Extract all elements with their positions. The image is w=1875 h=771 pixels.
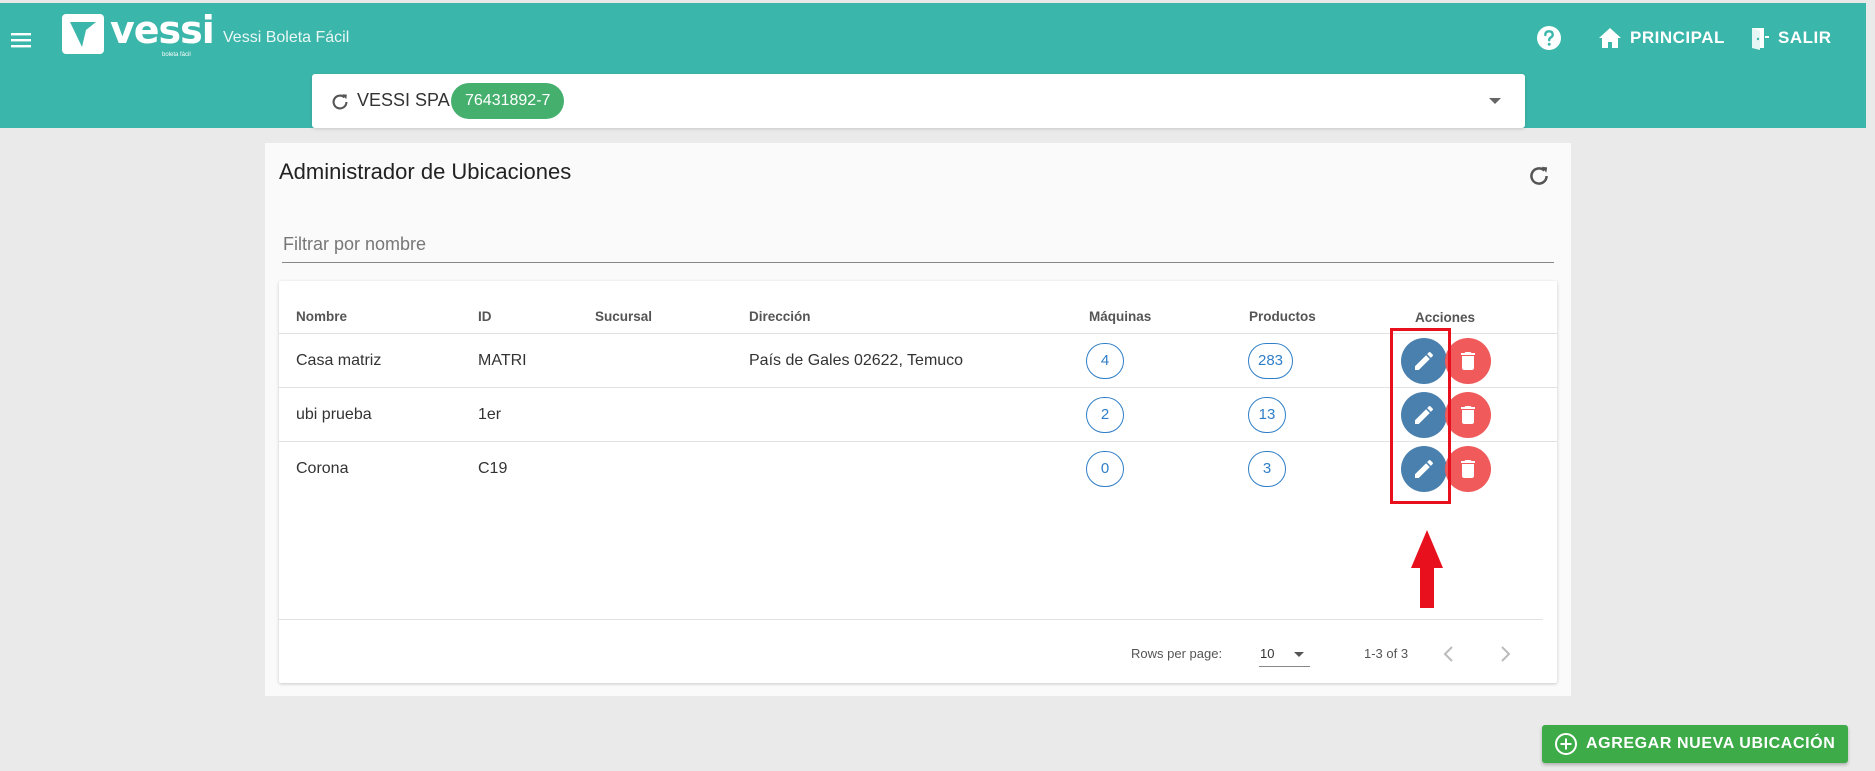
edit-button[interactable] xyxy=(1401,392,1447,438)
app-title: Vessi Boleta Fácil xyxy=(223,29,350,46)
app-bar: vessi boleta fácil Vessi Boleta Fácil PR… xyxy=(0,0,1866,128)
trash-icon xyxy=(1461,406,1475,424)
table-row: ubi prueba 1er 2 13 xyxy=(279,387,1557,441)
productos-count-button[interactable]: 13 xyxy=(1248,397,1286,433)
column-header-direccion[interactable]: Dirección xyxy=(749,309,811,324)
productos-count-button[interactable]: 283 xyxy=(1248,343,1294,379)
maquinas-count-button[interactable]: 0 xyxy=(1086,451,1124,487)
add-location-label: AGREGAR NUEVA UBICACIÓN xyxy=(1586,735,1836,752)
cell-direccion: País de Gales 02622, Temuco xyxy=(749,352,964,369)
cell-id: C19 xyxy=(478,460,508,477)
column-header-sucursal[interactable]: Sucursal xyxy=(595,309,652,324)
delete-button[interactable] xyxy=(1445,446,1491,492)
chevron-down-icon[interactable] xyxy=(1488,96,1502,106)
trash-icon xyxy=(1461,460,1475,478)
column-header-acciones: Acciones xyxy=(1415,310,1476,325)
pencil-icon xyxy=(1415,405,1433,424)
logo-text: vessi xyxy=(110,8,215,52)
page-title: Administrador de Ubicaciones xyxy=(279,159,572,184)
salir-label: SALIR xyxy=(1778,28,1832,47)
rows-per-page-label: Rows per page: xyxy=(1131,646,1223,661)
chevron-right-icon[interactable] xyxy=(1490,639,1520,669)
pagination-range: 1-3 of 3 xyxy=(1364,646,1409,661)
principal-label: PRINCIPAL xyxy=(1630,28,1725,47)
top-strip xyxy=(0,0,1866,3)
salir-button[interactable]: SALIR xyxy=(1750,24,1832,52)
vessi-logo[interactable]: vessi boleta fácil xyxy=(62,8,215,58)
company-name: VESSI SPA xyxy=(357,90,450,110)
logo-subtext: boleta fácil xyxy=(162,52,191,58)
add-location-button[interactable]: AGREGAR NUEVA UBICACIÓN xyxy=(1542,725,1848,763)
home-icon xyxy=(1599,28,1621,48)
menu-icon[interactable] xyxy=(9,28,33,52)
table-row: Casa matriz MATRI País de Gales 02622, T… xyxy=(279,333,1557,387)
productos-count-button[interactable]: 3 xyxy=(1248,451,1286,487)
rows-per-page-value: 10 xyxy=(1260,646,1275,661)
chevron-left-icon[interactable] xyxy=(1434,639,1464,669)
refresh-icon[interactable] xyxy=(1526,163,1552,189)
logo-mark xyxy=(62,14,104,54)
help-icon[interactable] xyxy=(1536,25,1562,51)
trash-icon xyxy=(1461,352,1475,370)
column-header-maquinas[interactable]: Máquinas xyxy=(1089,309,1151,324)
arrow-up-icon xyxy=(1411,530,1443,608)
column-header-productos[interactable]: Productos xyxy=(1249,309,1316,324)
company-rut-chip: 76431892-7 xyxy=(451,83,565,119)
cell-nombre: Corona xyxy=(296,460,349,477)
column-header-nombre[interactable]: Nombre xyxy=(296,309,347,324)
maquinas-count-button[interactable]: 2 xyxy=(1086,397,1124,433)
cell-nombre: ubi prueba xyxy=(296,406,372,423)
cell-id: 1er xyxy=(478,406,502,423)
table-row: Corona C19 0 3 xyxy=(279,441,1557,495)
principal-button[interactable]: PRINCIPAL xyxy=(1598,24,1725,52)
rows-per-page-select[interactable]: 10 xyxy=(1259,641,1310,667)
locations-card: Administrador de Ubicaciones Nombre ID S… xyxy=(265,143,1571,696)
cell-id: MATRI xyxy=(478,352,527,369)
refresh-icon[interactable] xyxy=(329,91,351,113)
pencil-icon xyxy=(1415,459,1433,478)
filter-input[interactable] xyxy=(282,227,1554,263)
delete-button[interactable] xyxy=(1445,392,1491,438)
edit-button[interactable] xyxy=(1401,338,1447,384)
chevron-down-icon xyxy=(1294,652,1304,657)
exit-door-icon xyxy=(1752,28,1769,50)
edit-button[interactable] xyxy=(1401,446,1447,492)
pencil-icon xyxy=(1415,351,1433,370)
company-selector[interactable]: VESSI SPA 76431892-7 xyxy=(312,74,1525,128)
table-footer-divider xyxy=(279,619,1543,620)
maquinas-count-button[interactable]: 4 xyxy=(1086,343,1124,379)
delete-button[interactable] xyxy=(1445,338,1491,384)
locations-table: Nombre ID Sucursal Dirección Máquinas Pr… xyxy=(279,281,1557,683)
cell-nombre: Casa matriz xyxy=(296,352,382,369)
column-header-id[interactable]: ID xyxy=(478,309,492,324)
add-circle-icon xyxy=(1555,733,1577,755)
